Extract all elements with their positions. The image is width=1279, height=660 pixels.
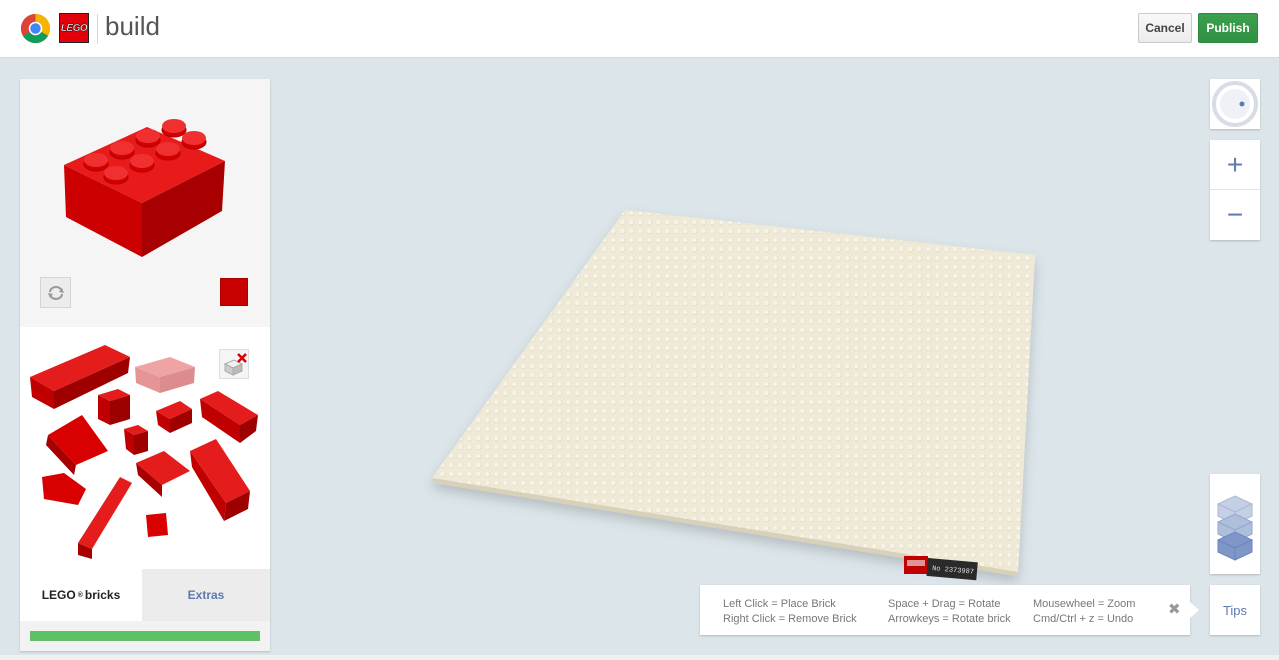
- header-divider: [97, 14, 98, 44]
- zoom-controls: + −: [1210, 140, 1260, 240]
- tip-left-click: Left Click = Place Brick: [723, 598, 836, 610]
- brick-1x2[interactable]: [156, 401, 192, 433]
- chrome-icon: [20, 13, 51, 44]
- registered-mark: ®: [77, 591, 83, 599]
- tip-undo: Cmd/Ctrl + z = Undo: [1033, 613, 1134, 625]
- tips-button[interactable]: Tips: [1210, 585, 1260, 635]
- zoom-in-button[interactable]: +: [1210, 140, 1260, 190]
- layer-view-button[interactable]: [1210, 474, 1260, 574]
- brick-tabs: LEGO ® bricks Extras: [20, 569, 270, 621]
- top-bar: LEGO build Cancel Publish: [0, 0, 1279, 58]
- brick-panel: LEGO ® bricks Extras: [20, 79, 270, 651]
- tips-pointer-arrow: [1190, 602, 1199, 618]
- rotate-icon: [47, 285, 64, 300]
- baseplate-canvas[interactable]: No 2373987: [420, 200, 1050, 590]
- compass-icon: [1212, 81, 1258, 127]
- tip-mousewheel: Mousewheel = Zoom: [1033, 598, 1136, 610]
- tip-space-drag: Space + Drag = Rotate: [888, 598, 1001, 610]
- brick-slope-1x2[interactable]: [42, 473, 86, 505]
- brick-2x6[interactable]: [190, 439, 250, 521]
- brick-palette: [20, 327, 270, 569]
- brick-2x4-side[interactable]: [200, 391, 258, 443]
- tips-column-2: Space + Drag = Rotate Arrowkeys = Rotate…: [888, 597, 1011, 627]
- tab-lego-bricks-label: LEGO: [41, 588, 76, 602]
- selected-brick-preview: [64, 119, 225, 257]
- close-tips-icon[interactable]: ✖: [1168, 600, 1181, 618]
- tab-lego-bricks[interactable]: LEGO ® bricks: [20, 569, 142, 621]
- color-picker-swatch[interactable]: [220, 278, 248, 306]
- publish-button[interactable]: Publish: [1198, 13, 1258, 43]
- tip-right-click: Right Click = Remove Brick: [723, 613, 857, 625]
- cancel-button[interactable]: Cancel: [1138, 13, 1192, 43]
- brick-2x4-transparent[interactable]: [135, 357, 195, 393]
- brick-preview: [20, 79, 270, 327]
- layers-icon: [1216, 495, 1254, 561]
- build-progress-bar: [30, 631, 260, 641]
- camera-orbit-control[interactable]: [1210, 79, 1260, 129]
- lego-logo-text: LEGO: [60, 22, 88, 34]
- tips-popup: Left Click = Place Brick Right Click = R…: [700, 585, 1199, 635]
- brick-plate-1x1[interactable]: [146, 513, 168, 537]
- brick-1x1[interactable]: [124, 425, 148, 455]
- rotate-brick-button[interactable]: [40, 277, 71, 308]
- delete-brick-button[interactable]: [219, 349, 249, 379]
- brick-2x2[interactable]: [98, 389, 130, 425]
- build-progress-fill: [31, 632, 259, 640]
- bottom-strip: [0, 655, 1279, 660]
- tab-lego-bricks-suffix: bricks: [84, 588, 121, 602]
- app-title: build: [105, 11, 160, 41]
- zoom-out-button[interactable]: −: [1210, 190, 1260, 240]
- tips-column-1: Left Click = Place Brick Right Click = R…: [723, 597, 857, 627]
- tip-arrowkeys: Arrowkeys = Rotate brick: [888, 613, 1011, 625]
- tips-column-3: Mousewheel = Zoom Cmd/Ctrl + z = Undo: [1033, 597, 1135, 627]
- brick-1x6[interactable]: [78, 477, 132, 559]
- tab-extras[interactable]: Extras: [142, 569, 270, 621]
- brick-slope-2x2[interactable]: [46, 415, 108, 475]
- delete-brick-icon: [223, 353, 247, 376]
- brick-plate-2x2[interactable]: [136, 451, 190, 497]
- lego-logo: LEGO: [59, 13, 89, 43]
